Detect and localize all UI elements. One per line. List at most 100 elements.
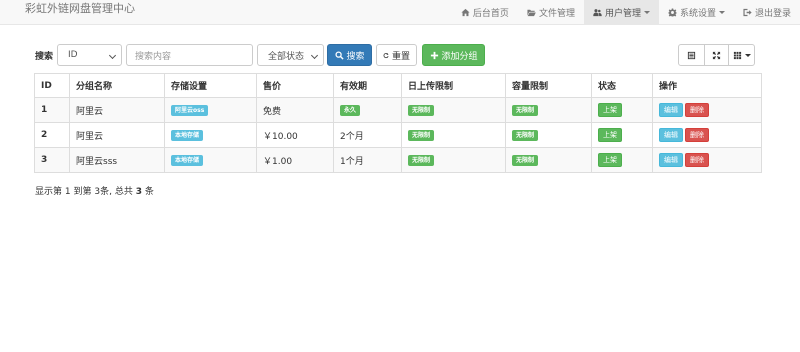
upload-limit-badge: 无限制 bbox=[408, 104, 435, 116]
search-field-select[interactable]: ID bbox=[57, 44, 123, 66]
storage-badge: 阿里云oss bbox=[171, 104, 209, 116]
delete-button[interactable]: 删除 bbox=[685, 153, 709, 167]
cell-price: 免费 bbox=[256, 97, 334, 123]
pagination-suffix: 条 bbox=[144, 187, 154, 197]
fullscreen-button[interactable] bbox=[704, 44, 729, 66]
validity-badge: 永久 bbox=[340, 104, 361, 116]
nav-item-logout[interactable]: 退出登录 bbox=[734, 0, 800, 24]
search-toolbar: 搜索 ID 搜索内容 全部状态 搜索 重置 添加分组 bbox=[35, 44, 486, 66]
cell-upload-limit: 无限制 bbox=[401, 97, 506, 123]
cell-validity: 2个月 bbox=[333, 122, 402, 148]
status-select-value: 全部状态 bbox=[268, 51, 305, 62]
column-header[interactable]: 分组名称 bbox=[69, 73, 165, 98]
column-header[interactable]: 日上传限制 bbox=[401, 73, 506, 98]
reset-button[interactable]: 重置 bbox=[376, 44, 418, 66]
cell-status: 上架 bbox=[591, 122, 653, 148]
pagination-from: 1 bbox=[64, 187, 71, 197]
caret-down-icon bbox=[744, 53, 751, 57]
cell-price: ￥10.00 bbox=[256, 122, 334, 148]
users-icon bbox=[593, 8, 602, 16]
cell-upload-limit: 无限制 bbox=[401, 122, 506, 148]
table-row: 3 阿里云sss 本地存储 ￥1.00 1个月 无限制 无限制 上架 编辑 删除 bbox=[34, 147, 762, 173]
search-field-value: ID bbox=[68, 50, 78, 60]
chevron-down-icon bbox=[310, 51, 319, 60]
cell-capacity-limit: 无限制 bbox=[505, 147, 592, 173]
add-group-button[interactable]: 添加分组 bbox=[422, 44, 486, 66]
storage-badge: 本地存储 bbox=[171, 154, 204, 166]
cell-id: 2 bbox=[34, 122, 70, 148]
search-input[interactable]: 搜索内容 bbox=[126, 44, 254, 66]
status-select[interactable]: 全部状态 bbox=[257, 44, 325, 66]
nav-menu: 后台首页 文件管理 用户管理 系统设置 退出登录 bbox=[452, 0, 800, 24]
cell-capacity-limit: 无限制 bbox=[505, 97, 592, 123]
cell-storage: 本地存储 bbox=[164, 147, 257, 173]
cell-actions: 编辑 删除 bbox=[652, 122, 762, 148]
cell-actions: 编辑 删除 bbox=[652, 97, 762, 123]
column-header[interactable]: 存储设置 bbox=[164, 73, 257, 98]
table-tools bbox=[678, 44, 755, 66]
column-header[interactable]: ID bbox=[34, 73, 70, 98]
cell-id: 3 bbox=[34, 147, 70, 173]
refresh-icon bbox=[383, 52, 389, 58]
column-header[interactable]: 操作 bbox=[652, 73, 762, 98]
capacity-limit-badge: 无限制 bbox=[512, 129, 539, 141]
gear-icon bbox=[668, 7, 677, 17]
pagination-total: 3 bbox=[135, 187, 142, 197]
nav-item-home[interactable]: 后台首页 bbox=[452, 0, 518, 24]
cell-id: 1 bbox=[34, 97, 70, 123]
nav-item-label: 系统设置 bbox=[679, 8, 716, 19]
search-placeholder: 搜索内容 bbox=[135, 51, 172, 62]
search-button[interactable]: 搜索 bbox=[327, 44, 373, 66]
search-button-label: 搜索 bbox=[346, 51, 365, 62]
nav-item-files[interactable]: 文件管理 bbox=[518, 0, 584, 24]
add-group-button-label: 添加分组 bbox=[441, 51, 478, 62]
nav-item-label: 文件管理 bbox=[538, 8, 575, 19]
group-table: ID 分组名称 存储设置 售价 有效期 日上传限制 容量限制 状态 操作 1 阿… bbox=[34, 73, 762, 173]
column-header[interactable]: 容量限制 bbox=[505, 73, 592, 98]
caret-down-icon bbox=[643, 10, 650, 14]
search-label: 搜索 bbox=[35, 51, 54, 62]
toggle-view-button[interactable] bbox=[678, 44, 705, 66]
delete-button[interactable]: 删除 bbox=[685, 128, 709, 142]
delete-button[interactable]: 删除 bbox=[685, 103, 709, 117]
cell-upload-limit: 无限制 bbox=[401, 147, 506, 173]
nav-item-settings[interactable]: 系统设置 bbox=[659, 0, 734, 24]
cell-validity: 1个月 bbox=[333, 147, 402, 173]
column-header[interactable]: 售价 bbox=[256, 73, 334, 98]
cell-name: 阿里云sss bbox=[69, 147, 165, 173]
folder-open-icon bbox=[527, 9, 536, 16]
search-icon bbox=[334, 50, 344, 60]
status-toggle-button[interactable]: 上架 bbox=[598, 103, 622, 117]
column-header[interactable]: 状态 bbox=[591, 73, 653, 98]
cell-storage: 本地存储 bbox=[164, 122, 257, 148]
edit-button[interactable]: 编辑 bbox=[659, 128, 683, 142]
cell-status: 上架 bbox=[591, 97, 653, 123]
cell-price: ￥1.00 bbox=[256, 147, 334, 173]
nav-item-label: 用户管理 bbox=[604, 8, 641, 19]
status-toggle-button[interactable]: 上架 bbox=[598, 153, 622, 167]
status-toggle-button[interactable]: 上架 bbox=[598, 128, 622, 142]
edit-button[interactable]: 编辑 bbox=[659, 153, 683, 167]
caret-down-icon bbox=[718, 10, 725, 14]
cell-actions: 编辑 删除 bbox=[652, 147, 762, 173]
brand-title[interactable]: 彩虹外链网盘管理中心 bbox=[25, 2, 135, 16]
cell-name: 阿里云 bbox=[69, 122, 165, 148]
sign-out-icon bbox=[743, 8, 752, 16]
nav-item-label: 退出登录 bbox=[754, 8, 791, 19]
capacity-limit-badge: 无限制 bbox=[512, 104, 539, 116]
upload-limit-badge: 无限制 bbox=[408, 154, 435, 166]
nav-item-label: 后台首页 bbox=[472, 8, 509, 19]
cell-capacity-limit: 无限制 bbox=[505, 122, 592, 148]
storage-badge: 本地存储 bbox=[171, 129, 204, 141]
capacity-limit-badge: 无限制 bbox=[512, 154, 539, 166]
list-alt-icon bbox=[687, 51, 696, 59]
edit-button[interactable]: 编辑 bbox=[659, 103, 683, 117]
home-icon bbox=[461, 8, 470, 16]
nav-item-users[interactable]: 用户管理 bbox=[583, 0, 659, 24]
grid-icon bbox=[733, 51, 741, 59]
pagination-mid2: 条, 总共 bbox=[100, 187, 133, 197]
column-header[interactable]: 有效期 bbox=[333, 73, 402, 98]
cell-status: 上架 bbox=[591, 147, 653, 173]
navbar: 彩虹外链网盘管理中心 后台首页 文件管理 用户管理 系统设置 退出登录 bbox=[0, 0, 800, 25]
columns-button[interactable] bbox=[728, 44, 755, 66]
